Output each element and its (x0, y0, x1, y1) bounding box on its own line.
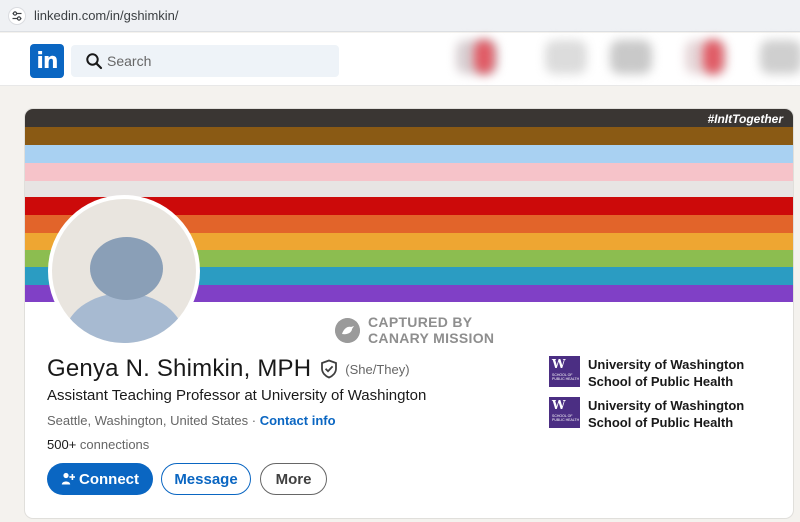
banner-stripe (25, 181, 793, 197)
watermark-text: CAPTURED BY CANARY MISSION (368, 314, 494, 346)
uw-logo: W SCHOOL OF PUBLIC HEALTH (549, 397, 580, 428)
nav-item-blurred[interactable] (760, 40, 800, 74)
avatar-body-shape (64, 293, 184, 343)
avatar-placeholder (52, 199, 196, 343)
connect-button[interactable]: Connect (47, 463, 153, 495)
profile-card: #InItTogether CAPTURED BY CANARY MISSION… (25, 109, 793, 518)
connections-count: 500+ (47, 437, 77, 452)
org-item[interactable]: W SCHOOL OF PUBLIC HEALTH University of … (549, 356, 744, 390)
nav-item-blurred[interactable] (545, 40, 587, 74)
banner-stripe (25, 163, 793, 181)
uw-logo-letter: W (552, 398, 566, 412)
add-person-icon (61, 472, 75, 485)
org-name: University of Washington School of Publi… (588, 397, 744, 431)
site-settings-icon[interactable] (8, 7, 26, 25)
name-row: Genya N. Shimkin, MPH (She/They) (47, 355, 410, 383)
uw-logo-letter: W (552, 357, 566, 371)
contact-info-link[interactable]: Contact info (260, 413, 336, 428)
avatar-head-shape (90, 237, 163, 300)
message-button[interactable]: Message (161, 463, 251, 495)
avatar[interactable] (48, 195, 200, 347)
connections-line[interactable]: 500+ connections (47, 437, 149, 452)
browser-address-bar: linkedin.com/in/gshimkin/ (0, 0, 800, 32)
org-item[interactable]: W SCHOOL OF PUBLIC HEALTH University of … (549, 397, 744, 431)
uw-logo-caption: SCHOOL OF PUBLIC HEALTH (552, 373, 580, 381)
pronouns: (She/They) (345, 361, 410, 377)
org-name-line-1: University of Washington (588, 357, 745, 372)
verified-shield-icon[interactable] (319, 359, 339, 379)
top-nav: in (0, 33, 800, 86)
connect-label: Connect (79, 470, 139, 488)
location-line: Seattle, Washington, United States · Con… (47, 413, 336, 428)
uw-logo-caption: SCHOOL OF PUBLIC HEALTH (552, 414, 580, 422)
banner-stripe (25, 127, 793, 145)
nav-item-blurred[interactable] (610, 40, 652, 74)
org-name-line-1: University of Washington (588, 398, 745, 413)
org-name-line-2: School of Public Health (588, 374, 734, 389)
search-input[interactable] (107, 45, 327, 77)
location-text: Seattle, Washington, United States (47, 413, 249, 428)
search-box[interactable] (71, 45, 339, 77)
nav-item-blurred[interactable] (703, 40, 723, 74)
watermark-line-1: CAPTURED BY (368, 314, 473, 330)
org-name-line-2: School of Public Health (588, 415, 734, 430)
separator: · (248, 413, 260, 428)
uw-logo: W SCHOOL OF PUBLIC HEALTH (549, 356, 580, 387)
profile-headline: Assistant Teaching Professor at Universi… (47, 387, 427, 404)
more-button[interactable]: More (260, 463, 327, 495)
linkedin-logo[interactable]: in (30, 44, 64, 78)
url-text[interactable]: linkedin.com/in/gshimkin/ (34, 8, 179, 23)
profile-name: Genya N. Shimkin, MPH (47, 355, 312, 382)
nav-item-blurred[interactable] (474, 40, 494, 74)
banner-stripe (25, 109, 793, 127)
search-icon (86, 53, 103, 70)
banner-stripe (25, 145, 793, 163)
canary-mission-watermark: CAPTURED BY CANARY MISSION (335, 314, 494, 346)
connections-label: connections (76, 437, 150, 452)
watermark-line-2: CANARY MISSION (368, 330, 495, 346)
org-name: University of Washington School of Publi… (588, 356, 744, 390)
bird-icon (335, 317, 360, 343)
banner-hashtag: #InItTogether (707, 112, 783, 126)
